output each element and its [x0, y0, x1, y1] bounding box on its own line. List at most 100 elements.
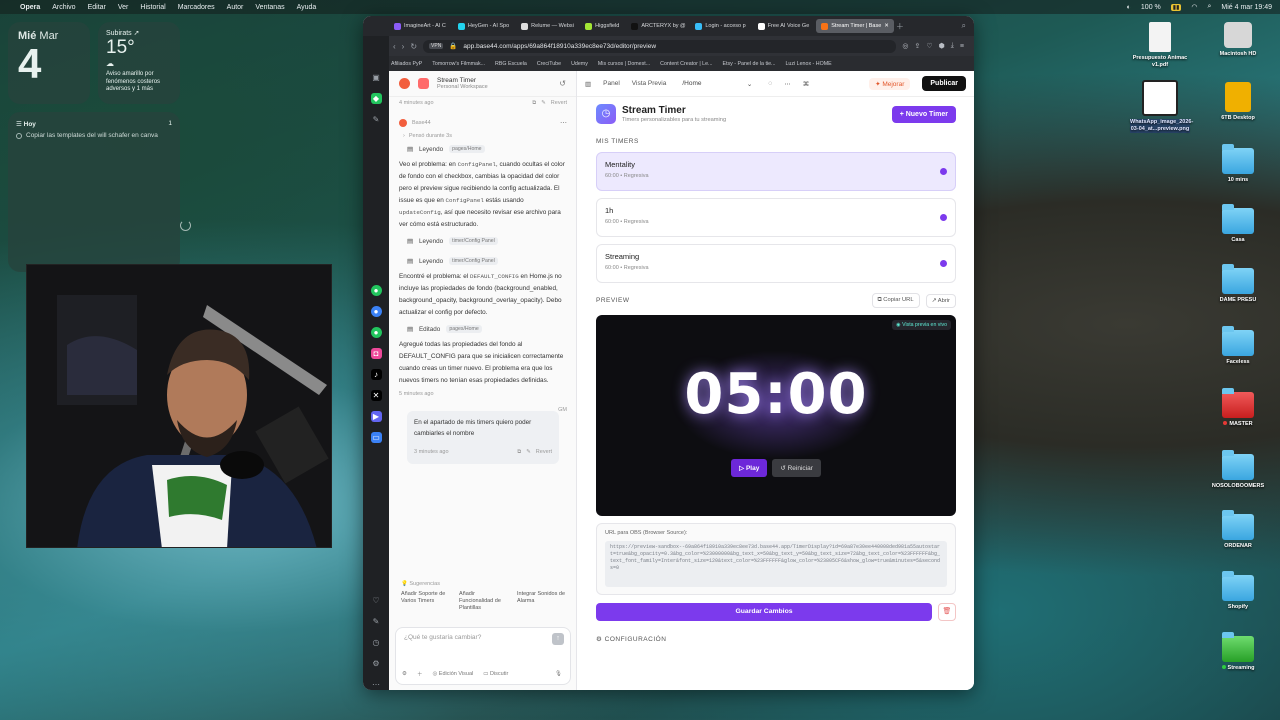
bookmark-item[interactable]: Mis cursos | Domest... [598, 61, 650, 67]
message-more-icon[interactable]: ⋯ [560, 119, 567, 127]
menu-marcadores[interactable]: Marcadores [178, 4, 215, 11]
desktop-folder-10mins[interactable]: 10 mins [1208, 144, 1268, 184]
whatsapp-icon[interactable]: ● [370, 327, 382, 339]
weather-widget[interactable]: Subirats ➚ 15° ☁ Aviso amarillo por fenó… [98, 22, 180, 104]
desktop-folder-ordenar[interactable]: ORDENAR [1208, 510, 1268, 550]
publish-button[interactable]: Publicar [922, 76, 966, 91]
battery-icon[interactable]: ▮▮ [1170, 3, 1182, 11]
desktop-icon-6tb[interactable]: 6TB Desktop [1208, 82, 1268, 122]
bookmark-item[interactable]: CreciTube [537, 61, 561, 67]
reminders-widget[interactable]: ☰ Hoy 1 Copiar las templates del will sch… [8, 112, 180, 272]
settings-icon[interactable]: ⚙ [371, 658, 382, 669]
control-center-icon[interactable]: ◐ [1127, 4, 1131, 11]
bookmark-item[interactable]: Content Creator | Le... [660, 61, 712, 67]
trash-icon[interactable]: 🗑 [938, 603, 956, 621]
desktop-folder-dame-presu[interactable]: DAME PRESU [1208, 264, 1268, 304]
tab-panel[interactable]: Panel [603, 80, 620, 87]
tiktok-icon[interactable]: ♪ [370, 369, 382, 381]
search-icon[interactable]: ⌕ [1207, 3, 1211, 11]
config-heading[interactable]: ⚙ CONFIGURACIÓN [596, 635, 956, 643]
instagram-icon[interactable]: ◘ [370, 348, 382, 360]
copy-icon[interactable]: ⧉ [517, 447, 521, 458]
send-icon[interactable]: ↑ [552, 633, 564, 645]
workspace-info[interactable]: Stream Timer Personal Workspace [437, 77, 488, 90]
open-button[interactable]: ↗ Abrir [925, 293, 956, 308]
tools-icon[interactable]: ⌘ [803, 80, 810, 88]
bookmark-item[interactable]: Etsy - Panel de la tie... [722, 61, 775, 67]
visual-edit-button[interactable]: ◎ Edición Visual [432, 671, 473, 677]
file-chip[interactable]: timer/Config Panel [449, 257, 498, 265]
page-path-select[interactable]: /Home ⌄ [678, 77, 756, 90]
chat-input-box[interactable]: ¿Qué te gustaría cambiar? ↑ ⚙ ＋ ◎ Edició… [395, 627, 571, 685]
tab-close-icon[interactable]: ✕ [884, 23, 889, 29]
revert-button[interactable]: Revert [536, 447, 552, 458]
menu-app[interactable]: Opera [20, 4, 40, 11]
bookmark-item[interactable]: Udemy [571, 61, 588, 67]
desktop-folder-master[interactable]: MASTER [1208, 388, 1268, 428]
file-chip[interactable]: pages/Home [449, 145, 485, 153]
menu-ventanas[interactable]: Ventanas [255, 4, 284, 11]
history-icon[interactable]: ↺ [559, 79, 566, 88]
forward-icon[interactable]: › [402, 42, 405, 51]
new-tab-icon[interactable]: ＋ [896, 21, 904, 32]
tv-icon[interactable]: ▭ [370, 432, 382, 444]
new-timer-button[interactable]: + Nuevo Timer [891, 105, 956, 123]
menu-ver[interactable]: Ver [118, 4, 129, 11]
improve-button[interactable]: ✦ Mejorar [869, 77, 911, 90]
more-icon[interactable]: ⋯ [371, 679, 382, 690]
bookmark-item[interactable]: Luzi Lenox - HOME [785, 61, 831, 67]
thought-duration[interactable]: Pensó durante 3s [409, 133, 452, 139]
timer-item-streaming[interactable]: Streaming 60:00 • Regresiva [596, 244, 956, 283]
player-icon[interactable]: ▶ [370, 411, 382, 423]
desktop-icon-presupuesto[interactable]: Presupuesto Animac v1.pdf [1130, 22, 1190, 69]
tab-login[interactable]: Login - acceso p [690, 19, 750, 33]
microphone-icon[interactable]: 🎙 [555, 671, 562, 677]
briefcase-icon[interactable]: ▣ [371, 72, 382, 83]
timer-item-mentality[interactable]: Mentality 60:00 • Regresiva [596, 152, 956, 191]
share-icon[interactable]: ⇪ [915, 42, 921, 50]
vpn-badge[interactable]: VPN [429, 43, 444, 49]
tab-higgsfield[interactable]: Higgsfield [580, 19, 624, 33]
desktop-icon-whatsapp-image[interactable]: WhatsApp_image_2026-03-04_at...preview.p… [1130, 80, 1193, 133]
tab-voice[interactable]: Free AI Voice Ge [753, 19, 815, 33]
reload-icon[interactable]: ↻ [410, 42, 417, 51]
chat-input-placeholder[interactable]: ¿Qué te gustaría cambiar? [404, 634, 562, 641]
history-icon[interactable]: ◷ [371, 637, 382, 648]
desktop-folder-streaming[interactable]: Streaming [1208, 632, 1268, 672]
bookmark-item[interactable]: RBG Escuela [495, 61, 527, 67]
tab-arcteryx[interactable]: ARCTERYX by @ [626, 19, 688, 33]
menu-autor[interactable]: Autor [227, 4, 244, 11]
copy-url-button[interactable]: ⧉ Copiar URL [871, 293, 920, 308]
desktop-folder-casa[interactable]: Casa [1208, 204, 1268, 244]
suggestion-chip[interactable]: Añadir Soporte de Varios Timers [401, 591, 449, 612]
tab-stream-timer[interactable]: Stream Timer | Base ✕ [816, 19, 894, 33]
extension-icon[interactable]: ⬢ [939, 42, 945, 50]
bookmark-item[interactable]: Afiliados PyP [391, 61, 422, 67]
restart-button[interactable]: ↺ Reiniciar [772, 459, 821, 477]
edit-sidebar-icon[interactable]: ✎ [371, 616, 382, 627]
desktop-folder-faceless[interactable]: Faceless [1208, 326, 1268, 366]
menubar-clock[interactable]: Mié 4 mar 19:49 [1221, 4, 1272, 11]
back-icon[interactable]: ‹ [393, 42, 396, 51]
menu-historial[interactable]: Historial [140, 4, 165, 11]
play-button[interactable]: ▷ Play [731, 459, 768, 477]
calendar-widget[interactable]: Mié Mar 4 [8, 22, 90, 104]
camera-icon[interactable]: ◎ [902, 42, 908, 50]
edit-icon[interactable]: ✎ [526, 447, 531, 458]
save-changes-button[interactable]: Guardar Cambios [596, 603, 932, 621]
more-options-icon[interactable]: ⋯ [784, 80, 791, 88]
desktop-folder-nosoloboomers[interactable]: NOSOLOBOOMERS [1208, 450, 1268, 490]
tab-relume[interactable]: Relume — Websi [516, 19, 578, 33]
chevron-right-icon[interactable]: › [403, 133, 405, 139]
suggestion-chip[interactable]: Añadir Funcionalidad de Plantillas [459, 591, 507, 612]
heart-sidebar-icon[interactable]: ♡ [371, 595, 382, 606]
discuss-button[interactable]: ▭ Discutir [483, 671, 508, 677]
timer-item-1h[interactable]: 1h 60:00 • Regresiva [596, 198, 956, 237]
address-bar[interactable]: VPN 🔒 app.base44.com/apps/69a864f18910a3… [423, 39, 897, 53]
tab-imagineart[interactable]: ImagineArt - AI C [389, 19, 451, 33]
messenger-icon[interactable]: ● [370, 306, 382, 318]
bookmark-item[interactable]: Tomorrow's Filmmak... [432, 61, 485, 67]
chatgpt-icon[interactable]: ● [370, 285, 382, 297]
suggestion-chip[interactable]: Integrar Sonidos de Alarma [517, 591, 565, 612]
aria-icon[interactable]: ◆ [370, 93, 382, 104]
